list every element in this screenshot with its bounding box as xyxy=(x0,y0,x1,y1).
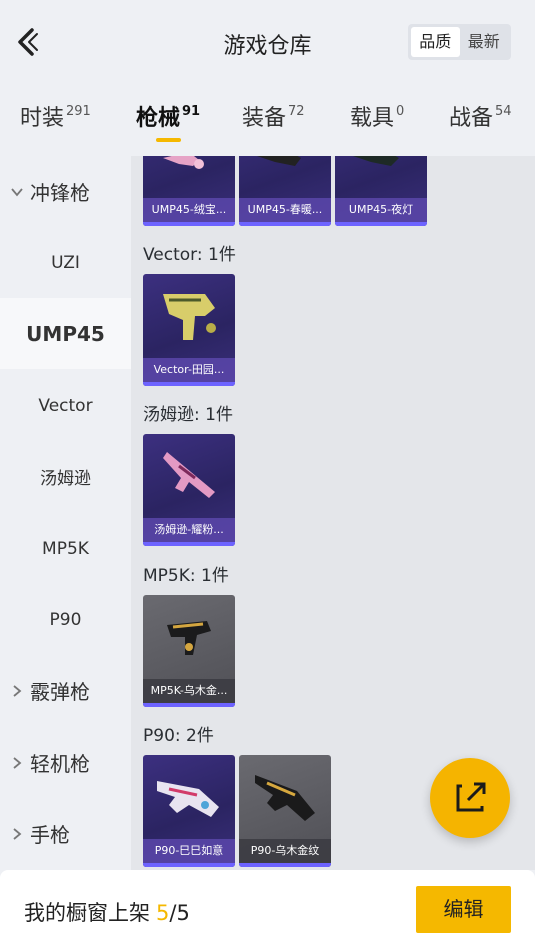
header: 游戏仓库 品质 最新 xyxy=(0,0,535,85)
tab-count: 72 xyxy=(288,104,305,119)
sidebar-item-mp5k[interactable]: MP5K xyxy=(0,513,131,584)
tab-label: 载具 xyxy=(350,106,395,131)
item-card[interactable]: UMP45-绒宝... xyxy=(143,156,235,226)
chevron-right-icon xyxy=(13,684,22,697)
chevron-right-icon xyxy=(13,756,22,769)
showcase-used-count: 5 xyxy=(156,901,170,925)
tab-label: 枪械 xyxy=(136,106,181,131)
active-tab-indicator xyxy=(156,138,181,142)
gun-skin-icon xyxy=(167,621,211,655)
sidebar-item-p90[interactable]: P90 xyxy=(0,584,131,655)
item-card[interactable]: UMP45-春暖... xyxy=(239,156,331,226)
item-card[interactable]: P90-乌木金纹 xyxy=(239,755,331,867)
item-name: P90-乌木金纹 xyxy=(239,839,331,863)
sort-quality-button[interactable]: 品质 xyxy=(411,27,460,57)
item-name: P90-巳巳如意 xyxy=(143,839,235,863)
item-name: UMP45-绒宝... xyxy=(143,198,235,222)
sidebar-group-label: 霰弹枪 xyxy=(30,680,90,704)
sort-toggle: 品质 最新 xyxy=(408,24,511,60)
sidebar-group-label: 手枪 xyxy=(30,823,70,847)
tab-equipment[interactable]: 装备 72 xyxy=(242,100,305,132)
tab-fashion[interactable]: 时装 291 xyxy=(20,100,91,132)
section-title-thompson: 汤姆逊: 1件 xyxy=(143,405,233,425)
chevron-down-icon xyxy=(11,187,23,196)
item-card[interactable]: 汤姆逊-耀粉... xyxy=(143,434,235,546)
item-name: UMP45-夜灯 xyxy=(335,198,427,222)
rarity-bar xyxy=(143,863,235,867)
gun-skin-icon xyxy=(257,156,301,166)
share-external-icon xyxy=(456,782,486,812)
edit-button[interactable]: 编辑 xyxy=(416,886,511,933)
item-card[interactable]: MP5K-乌木金... xyxy=(143,595,235,707)
showcase-status: 我的橱窗上架 5/5 xyxy=(24,897,190,927)
tab-label: 战备 xyxy=(449,106,494,131)
tab-count: 91 xyxy=(182,104,201,119)
tab-count: 54 xyxy=(495,104,512,119)
category-tabs: 时装 291 枪械 91 装备 72 载具 0 战备 54 xyxy=(0,88,535,148)
tab-supplies[interactable]: 战备 54 xyxy=(449,100,512,132)
sidebar-item-vector[interactable]: Vector xyxy=(0,370,131,441)
sidebar-group-lmg[interactable]: 轻机枪 xyxy=(0,727,131,798)
sidebar-item-thompson[interactable]: 汤姆逊 xyxy=(0,441,131,512)
tab-guns[interactable]: 枪械 91 xyxy=(136,100,200,132)
gun-skin-icon xyxy=(163,156,204,169)
gun-skin-icon xyxy=(157,781,219,817)
tab-count: 0 xyxy=(396,104,405,119)
gun-skin-icon xyxy=(255,775,315,821)
section-title-vector: Vector: 1件 xyxy=(143,245,236,265)
item-name: UMP45-春暖... xyxy=(239,198,331,222)
sidebar-group-label: 冲锋枪 xyxy=(30,181,90,205)
tab-label: 装备 xyxy=(242,106,287,131)
sidebar-group-shotgun[interactable]: 霰弹枪 xyxy=(0,655,131,726)
item-card[interactable]: P90-巳巳如意 xyxy=(143,755,235,867)
item-name: Vector-田园... xyxy=(143,358,235,382)
showcase-total-count: /5 xyxy=(169,901,190,925)
rarity-bar xyxy=(143,542,235,546)
section-title-p90: P90: 2件 xyxy=(143,726,214,746)
item-name: 汤姆逊-耀粉... xyxy=(143,518,235,542)
chevron-right-icon xyxy=(13,827,22,840)
section-title-mp5k: MP5K: 1件 xyxy=(143,566,229,586)
sidebar-group-smg[interactable]: 冲锋枪 xyxy=(0,156,131,227)
sidebar-group-label: 轻机枪 xyxy=(30,752,90,776)
sidebar-item-uzi[interactable]: UZI xyxy=(0,227,131,298)
tab-count: 291 xyxy=(66,104,91,119)
sidebar: 冲锋枪 UZI UMP45 Vector 汤姆逊 MP5K P90 霰弹枪 轻机… xyxy=(0,156,131,870)
tab-label: 时装 xyxy=(20,106,65,131)
share-button[interactable] xyxy=(430,758,510,838)
sidebar-group-pistol[interactable]: 手枪 xyxy=(0,798,131,869)
item-card[interactable]: UMP45-夜灯 xyxy=(335,156,427,226)
rarity-bar xyxy=(239,222,331,226)
gun-skin-icon xyxy=(163,452,215,498)
sort-latest-button[interactable]: 最新 xyxy=(460,27,509,57)
rarity-bar xyxy=(143,382,235,386)
item-card[interactable]: Vector-田园... xyxy=(143,274,235,386)
rarity-bar xyxy=(239,863,331,867)
rarity-bar xyxy=(143,222,235,226)
item-name: MP5K-乌木金... xyxy=(143,679,235,703)
footer-bar: 我的橱窗上架 5/5 编辑 xyxy=(0,870,535,951)
gun-skin-icon xyxy=(163,294,216,340)
rarity-bar xyxy=(335,222,427,226)
rarity-bar xyxy=(143,703,235,707)
gun-skin-icon xyxy=(353,156,399,166)
sidebar-item-ump45[interactable]: UMP45 xyxy=(0,298,131,369)
showcase-label: 我的橱窗上架 xyxy=(24,901,150,925)
tab-vehicles[interactable]: 载具 0 xyxy=(350,100,404,132)
